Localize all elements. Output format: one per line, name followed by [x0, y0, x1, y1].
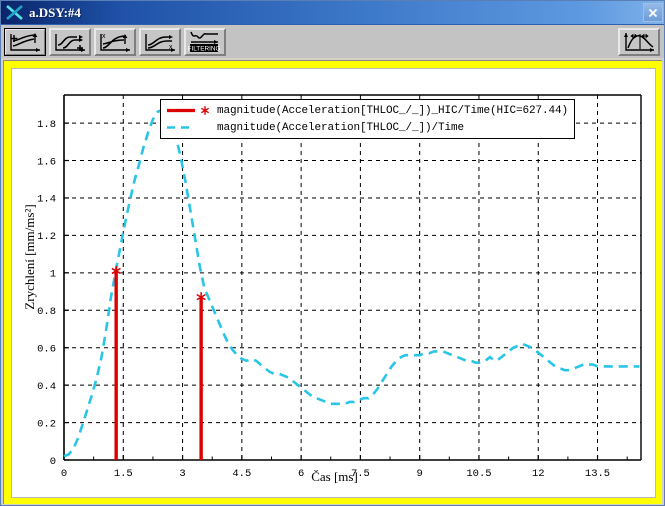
svg-text:x: x — [102, 33, 106, 40]
y-tick-label: 0.2 — [37, 418, 56, 430]
curve-measure-icon — [624, 32, 654, 52]
svg-text:x: x — [169, 44, 173, 51]
filtering-icon: FILTERING — [188, 31, 220, 52]
curve-measure-button[interactable] — [618, 27, 660, 56]
series-curves — [63, 108, 640, 460]
x-axis-title: Čas [ms] — [311, 469, 358, 484]
y-tick-label: 1.4 — [37, 194, 56, 206]
scale-curve-y-button[interactable]: x — [94, 27, 136, 56]
scale-curve-x-button[interactable]: x — [139, 27, 181, 56]
legend-key-dashed — [165, 121, 217, 134]
y-axis-title: Zrychlení [mm/ms²] — [22, 204, 37, 310]
y-tick-label: 0.4 — [37, 381, 56, 393]
y-tick-label: 0 — [50, 456, 56, 468]
window-title: a.DSY:#4 — [29, 4, 81, 20]
legend-item-acceleration: magnitude(Acceleration[THLOC_/_])/Time — [165, 120, 568, 135]
curve-shift-y-icon — [10, 32, 40, 52]
legend-key-solid-asterisk — [165, 104, 217, 117]
y-tick-label: 1 — [50, 269, 56, 281]
legend-label-acceleration: magnitude(Acceleration[THLOC_/_])/Time — [217, 121, 465, 134]
close-icon — [648, 8, 658, 17]
asterisk-marker-icon — [196, 292, 206, 303]
asterisk-icon — [200, 106, 210, 115]
y-tick-label: 0.8 — [37, 306, 56, 318]
grid-lines — [64, 95, 641, 460]
legend-item-hic: magnitude(Acceleration[THLOC_/_])_HIC/Ti… — [165, 103, 568, 118]
x-logo-icon — [4, 4, 26, 22]
acceleration-curve — [63, 108, 640, 458]
plot-frame: 0 0.2 0.4 0.6 0.8 1 1.2 1.4 1.6 1.8 0 1.5 3 4.5 6 7.5 9 1… — [3, 60, 662, 504]
y-tick-label: 1.8 — [37, 119, 56, 131]
chart-window: a.DSY:#4 x x FILTERING 0 0.2 0.4 0.6 0.8… — [0, 0, 665, 506]
filtering-button[interactable]: FILTERING — [184, 27, 226, 56]
curve-scale-x-icon: x — [145, 33, 175, 52]
axes — [63, 94, 642, 461]
close-button[interactable] — [643, 3, 663, 22]
y-tick-label: 1.6 — [37, 156, 56, 168]
asterisk-marker-icon — [111, 265, 121, 276]
window-titlebar[interactable]: a.DSY:#4 — [1, 1, 664, 24]
curve-scale-y-icon: x — [100, 33, 130, 52]
y-tick-label: 1.2 — [37, 231, 56, 243]
chart-legend: magnitude(Acceleration[THLOC_/_])_HIC/Ti… — [160, 99, 576, 139]
series-markers — [111, 265, 206, 303]
y-tick-label: 0.6 — [37, 343, 56, 355]
legend-label-hic: magnitude(Acceleration[THLOC_/_])_HIC/Ti… — [217, 104, 569, 117]
filtering-label: FILTERING — [188, 45, 220, 52]
shift-curve-x-button[interactable] — [49, 27, 91, 56]
curve-shift-x-icon — [55, 33, 85, 52]
toolbar: x x FILTERING — [1, 24, 664, 58]
plot-canvas[interactable]: 0 0.2 0.4 0.6 0.8 1 1.2 1.4 1.6 1.8 0 1.5 3 4.5 6 7.5 9 1… — [11, 68, 656, 498]
shift-curve-y-button[interactable] — [4, 27, 46, 56]
